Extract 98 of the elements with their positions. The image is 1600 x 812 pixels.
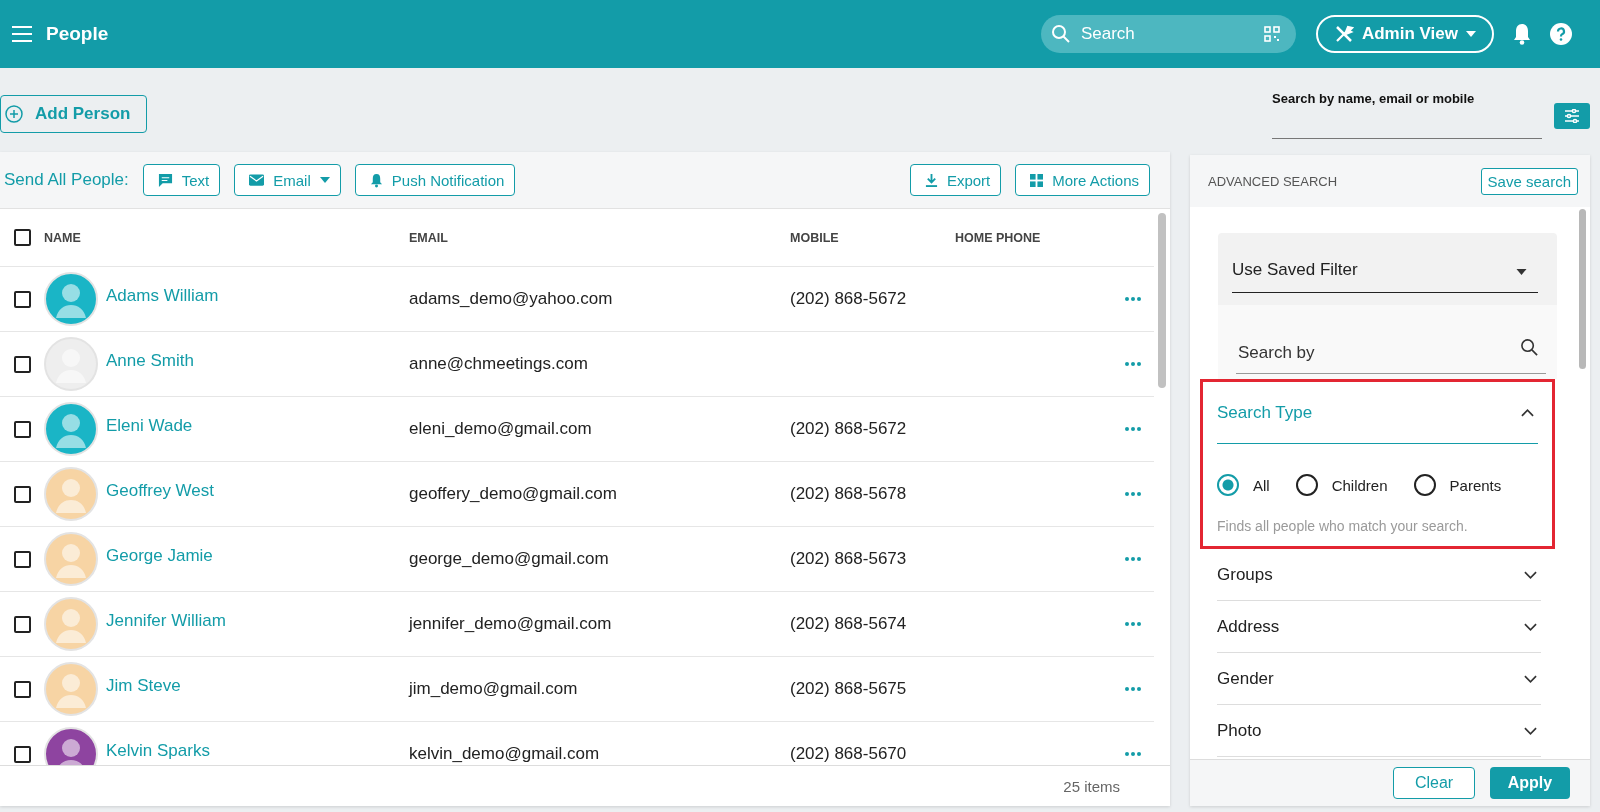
more-icon[interactable]	[1125, 297, 1141, 301]
download-icon	[924, 173, 938, 187]
caret-icon	[319, 177, 330, 183]
caret-icon	[1516, 269, 1527, 275]
mobile-cell: (202) 868-5670	[790, 744, 907, 763]
plus-circle-icon	[5, 105, 23, 123]
mobile-cell: (202) 868-5672	[790, 419, 907, 438]
email-cell-text: adams_demo@yahoo.com	[409, 289, 614, 309]
more-icon[interactable]	[1125, 427, 1141, 431]
section-header[interactable]: Groups	[1217, 549, 1541, 601]
radio-option[interactable]: All	[1217, 474, 1270, 496]
person-name-link[interactable]: Geoffrey West	[106, 481, 215, 501]
row-checkbox[interactable]	[13, 355, 31, 373]
page-title: People	[46, 23, 109, 45]
email-cell-text: geoffery_demo@gmail.com	[409, 484, 618, 504]
person-name-link[interactable]: Adams William	[106, 286, 219, 306]
tools-icon	[1333, 24, 1354, 44]
person-name-link[interactable]: Jennifer William	[106, 611, 226, 631]
clear-button[interactable]: Clear	[1393, 767, 1475, 799]
more-actions-button[interactable]: More Actions	[1015, 164, 1150, 196]
section-header[interactable]: Search Type	[1217, 382, 1538, 444]
row-checkbox[interactable]	[13, 615, 31, 633]
saved-filter-dropdown[interactable]: Use Saved Filter	[1218, 233, 1557, 305]
row-checkbox[interactable]	[13, 550, 31, 568]
search-icon	[1520, 337, 1539, 357]
text-button[interactable]: Text	[142, 164, 221, 196]
save-search-button[interactable]: Save search	[1480, 167, 1578, 195]
column-header: HOME PHONE	[955, 230, 1042, 245]
add-person-button[interactable]: Add Person	[0, 95, 148, 133]
item-count: 25 items	[1063, 777, 1120, 795]
admin-view-button[interactable]: Admin View	[1315, 15, 1494, 53]
column-header: MOBILE	[790, 230, 840, 245]
send-all-label: Send All People:	[4, 170, 129, 190]
column-header: NAME	[44, 230, 82, 245]
email-cell-text: anne@chmeetings.com	[409, 354, 589, 374]
chevron-icon	[1524, 570, 1537, 579]
help-icon[interactable]	[1550, 23, 1572, 45]
bell-icon	[369, 172, 383, 188]
chevron-icon	[1524, 726, 1537, 735]
search-by-input[interactable]: Search by	[1236, 332, 1546, 374]
more-icon[interactable]	[1125, 557, 1141, 561]
mobile-cell: (202) 868-5678	[790, 484, 907, 503]
mobile-cell: (202) 868-5672	[790, 289, 907, 308]
person-name-link[interactable]: Eleni Wade	[106, 416, 193, 436]
envelope-icon	[249, 174, 265, 186]
more-icon[interactable]	[1125, 687, 1141, 691]
search-by-field[interactable]: Search by	[1218, 305, 1557, 379]
search-label: Search by name, email or mobile	[1272, 91, 1476, 106]
column-header: EMAIL	[409, 230, 449, 245]
filter-button[interactable]	[1554, 103, 1590, 129]
search-input[interactable]: Search	[1078, 23, 1256, 45]
radio-option[interactable]: Parents	[1413, 474, 1502, 496]
select-all-checkbox[interactable]	[13, 229, 31, 246]
scrollbar[interactable]	[1158, 213, 1166, 388]
chevron-icon	[1524, 622, 1537, 631]
row-checkbox[interactable]	[13, 290, 31, 308]
person-name-link[interactable]: Kelvin Sparks	[106, 741, 210, 761]
hint-text: Finds all people who match your search.	[1217, 518, 1469, 534]
grid-icon	[1030, 173, 1044, 187]
email-cell-text: jennifer_demo@gmail.com	[409, 614, 613, 634]
person-name-link[interactable]: George Jamie	[106, 546, 213, 566]
section-header[interactable]: Gender	[1217, 653, 1541, 705]
more-icon[interactable]	[1125, 622, 1141, 626]
section-header[interactable]: Address	[1217, 601, 1541, 653]
more-icon[interactable]	[1125, 752, 1141, 756]
search-field[interactable]: Search	[1040, 15, 1296, 53]
mobile-cell: (202) 868-5673	[790, 549, 907, 568]
scrollbar[interactable]	[1579, 209, 1586, 369]
email-button[interactable]: Email	[234, 164, 341, 196]
search-icon	[1050, 24, 1071, 44]
export-button[interactable]: Export	[909, 164, 1002, 196]
chevron-icon	[1524, 674, 1537, 683]
row-checkbox[interactable]	[13, 680, 31, 698]
mobile-cell: (202) 868-5675	[790, 679, 907, 698]
apply-button[interactable]: Apply	[1490, 767, 1570, 799]
more-icon[interactable]	[1125, 362, 1141, 366]
bell-icon[interactable]	[1512, 23, 1532, 45]
mobile-cell: (202) 868-5674	[790, 614, 907, 633]
email-cell-text: george_demo@gmail.com	[409, 549, 610, 569]
qr-code-icon[interactable]	[1263, 26, 1280, 42]
push-notification-button[interactable]: Push Notification	[354, 164, 516, 196]
email-cell-text: eleni_demo@gmail.com	[409, 419, 593, 439]
menu-icon[interactable]	[12, 26, 32, 42]
row-checkbox[interactable]	[13, 485, 31, 503]
chevron-icon	[1521, 408, 1534, 417]
more-icon[interactable]	[1125, 492, 1141, 496]
person-name-link[interactable]: Jim Steve	[106, 676, 181, 696]
caret-icon	[1466, 31, 1476, 37]
sliders-icon	[1564, 109, 1580, 123]
panel-title: ADVANCED SEARCH	[1208, 173, 1338, 189]
row-checkbox[interactable]	[13, 420, 31, 438]
email-cell-text: jim_demo@gmail.com	[409, 679, 579, 699]
section-header[interactable]: Photo	[1217, 705, 1541, 757]
person-name-link[interactable]: Anne Smith	[106, 351, 194, 371]
chat-icon	[157, 172, 173, 188]
radio-option[interactable]: Children	[1295, 474, 1388, 496]
email-cell-text: kelvin_demo@gmail.com	[409, 744, 601, 764]
row-checkbox[interactable]	[13, 745, 31, 763]
